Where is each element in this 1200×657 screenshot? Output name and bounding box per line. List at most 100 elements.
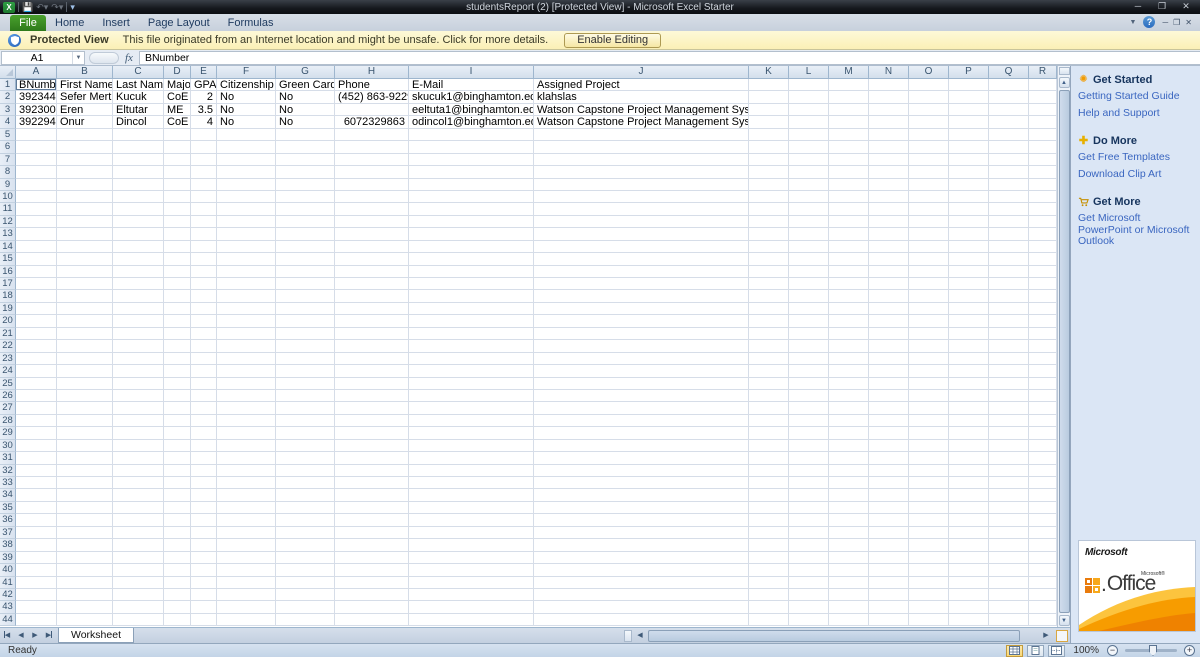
cell-I17[interactable] (409, 278, 534, 290)
cell-F12[interactable] (217, 216, 276, 228)
cell-B34[interactable] (57, 489, 113, 501)
cell-F28[interactable] (217, 415, 276, 427)
cell-D25[interactable] (164, 378, 191, 390)
vertical-scrollbar[interactable]: ▲ ▼ (1057, 66, 1070, 627)
cell-M29[interactable] (829, 427, 869, 439)
cell-Q27[interactable] (989, 402, 1029, 414)
cell-D38[interactable] (164, 539, 191, 551)
cell-I39[interactable] (409, 552, 534, 564)
cell-M3[interactable] (829, 104, 869, 116)
cell-L30[interactable] (789, 440, 829, 452)
cell-A29[interactable] (16, 427, 57, 439)
cell-C41[interactable] (113, 577, 164, 589)
cell-R25[interactable] (1029, 378, 1057, 390)
cell-R28[interactable] (1029, 415, 1057, 427)
cell-G36[interactable] (276, 514, 335, 526)
cell-O15[interactable] (909, 253, 949, 265)
cell-I33[interactable] (409, 477, 534, 489)
cell-I13[interactable] (409, 228, 534, 240)
row-header-28[interactable]: 28 (0, 415, 16, 427)
cell-C7[interactable] (113, 154, 164, 166)
cell-N23[interactable] (869, 353, 909, 365)
cell-H19[interactable] (335, 303, 409, 315)
cell-A24[interactable] (16, 365, 57, 377)
cell-A31[interactable] (16, 452, 57, 464)
cell-D26[interactable] (164, 390, 191, 402)
cell-O1[interactable] (909, 79, 949, 91)
cell-Q43[interactable] (989, 601, 1029, 613)
link-download-clip-art[interactable]: Download Clip Art (1078, 169, 1194, 181)
cell-A37[interactable] (16, 527, 57, 539)
cell-F7[interactable] (217, 154, 276, 166)
cell-E2[interactable]: 2 (191, 91, 217, 103)
cell-Q17[interactable] (989, 278, 1029, 290)
cell-O43[interactable] (909, 601, 949, 613)
cell-D15[interactable] (164, 253, 191, 265)
cell-G27[interactable] (276, 402, 335, 414)
row-header-25[interactable]: 25 (0, 378, 16, 390)
cell-H1[interactable]: Phone (335, 79, 409, 91)
column-header-Q[interactable]: Q (989, 66, 1029, 79)
cell-J17[interactable] (534, 278, 749, 290)
cell-B41[interactable] (57, 577, 113, 589)
cell-M4[interactable] (829, 116, 869, 128)
cell-R36[interactable] (1029, 514, 1057, 526)
cell-J33[interactable] (534, 477, 749, 489)
cell-F3[interactable]: No (217, 104, 276, 116)
cell-F18[interactable] (217, 290, 276, 302)
cell-G6[interactable] (276, 141, 335, 153)
cell-D35[interactable] (164, 502, 191, 514)
cell-H12[interactable] (335, 216, 409, 228)
cell-E40[interactable] (191, 564, 217, 576)
cell-G16[interactable] (276, 266, 335, 278)
cell-B3[interactable]: Eren (57, 104, 113, 116)
cell-L9[interactable] (789, 179, 829, 191)
cell-R40[interactable] (1029, 564, 1057, 576)
column-header-A[interactable]: A (16, 66, 57, 79)
cell-F21[interactable] (217, 328, 276, 340)
column-header-C[interactable]: C (113, 66, 164, 79)
cell-A15[interactable] (16, 253, 57, 265)
cell-P41[interactable] (949, 577, 989, 589)
cell-O40[interactable] (909, 564, 949, 576)
cell-B43[interactable] (57, 601, 113, 613)
row-header-31[interactable]: 31 (0, 452, 16, 464)
cell-P14[interactable] (949, 241, 989, 253)
cell-E38[interactable] (191, 539, 217, 551)
cell-O24[interactable] (909, 365, 949, 377)
cell-D23[interactable] (164, 353, 191, 365)
cell-O19[interactable] (909, 303, 949, 315)
cell-M2[interactable] (829, 91, 869, 103)
scroll-left-icon[interactable]: ◀ (633, 629, 647, 643)
cell-G24[interactable] (276, 365, 335, 377)
cell-K3[interactable] (749, 104, 789, 116)
column-header-G[interactable]: G (276, 66, 335, 79)
cell-I42[interactable] (409, 589, 534, 601)
cell-R2[interactable] (1029, 91, 1057, 103)
cell-M18[interactable] (829, 290, 869, 302)
cell-M22[interactable] (829, 340, 869, 352)
cell-O25[interactable] (909, 378, 949, 390)
cell-D24[interactable] (164, 365, 191, 377)
cell-J31[interactable] (534, 452, 749, 464)
cell-H38[interactable] (335, 539, 409, 551)
cell-B16[interactable] (57, 266, 113, 278)
cell-B5[interactable] (57, 129, 113, 141)
cell-D33[interactable] (164, 477, 191, 489)
cell-I38[interactable] (409, 539, 534, 551)
cell-L18[interactable] (789, 290, 829, 302)
cell-N5[interactable] (869, 129, 909, 141)
cell-N17[interactable] (869, 278, 909, 290)
cell-Q30[interactable] (989, 440, 1029, 452)
cell-L1[interactable] (789, 79, 829, 91)
cell-I18[interactable] (409, 290, 534, 302)
cell-L16[interactable] (789, 266, 829, 278)
cell-E13[interactable] (191, 228, 217, 240)
cell-E41[interactable] (191, 577, 217, 589)
cell-A32[interactable] (16, 465, 57, 477)
cell-O9[interactable] (909, 179, 949, 191)
cell-I36[interactable] (409, 514, 534, 526)
cell-J16[interactable] (534, 266, 749, 278)
cell-R22[interactable] (1029, 340, 1057, 352)
row-header-43[interactable]: 43 (0, 601, 16, 613)
